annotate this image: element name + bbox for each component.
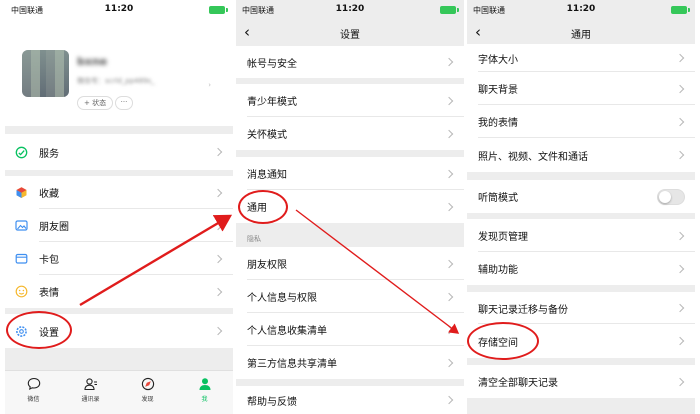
menu-item-label: 卡包 [39,255,59,266]
tab-chats[interactable]: 微信 [5,375,62,403]
clock: 11:20 [104,4,134,14]
nav-bar: ‹ 通用 [467,22,695,44]
add-status-button[interactable]: + 状态 [77,96,114,110]
general-item-chat-background[interactable]: 聊天背景 [467,72,695,105]
general-item-accessibility[interactable]: 辅助功能 [467,252,695,285]
chevron-right-icon [444,96,454,105]
settings-item-notifications[interactable]: 消息通知 [236,157,464,190]
chevron-right-icon [444,57,454,67]
menu-item-moments[interactable]: 朋友圈 [5,209,233,242]
status-bar: 中国联通 11:20 [5,0,233,22]
chevron-right-icon [213,188,223,197]
settings-item-teen-mode[interactable]: 青少年模式 [236,84,464,117]
general-item-storage[interactable]: 存储空间 [467,324,695,358]
me-icon [199,378,210,390]
chevron-right-icon [213,326,223,336]
contacts-icon [83,378,97,391]
settings-item-friend-permissions[interactable]: 朋友权限 [236,247,464,280]
settings-item-help-feedback[interactable]: 帮助与反馈 [236,386,464,414]
cards-icon [15,252,28,265]
chevron-right-icon [444,129,454,138]
chevron-right-icon [675,264,685,273]
chevron-right-icon [675,336,685,346]
chevron-right-icon [444,358,454,367]
general-item-clear-chat-history[interactable]: 清空全部聊天记录 [467,365,695,398]
chevron-right-icon [444,325,454,334]
page-title: 设置 [340,30,360,41]
general-item-chat-migration-backup[interactable]: 聊天记录迁移与备份 [467,292,695,324]
general-item-font-size[interactable]: 字体大小 [467,44,695,72]
nickname: bxne [77,55,108,68]
page-title: 通用 [571,30,591,41]
settings-item-third-party-sharing[interactable]: 第三方信息共享清单 [236,346,464,379]
chevron-right-icon [675,377,685,386]
clock: 11:20 [335,4,365,14]
battery-icon [209,6,228,14]
tab-contacts[interactable]: 通讯录 [62,375,119,403]
chevron-right-icon [213,287,223,296]
settings-item-account-security[interactable]: 帐号与安全 [236,46,464,78]
chevron-right-icon [675,53,685,63]
chevron-right-icon [213,221,223,230]
favorites-icon [15,186,28,199]
chevron-right-icon [675,117,685,126]
settings-screen: 中国联通 11:20 ‹ 设置 帐号与安全 青少年模式 关怀模式 消息通知 通用… [236,0,464,414]
nav-bar: ‹ 设置 [236,22,464,44]
menu-item-label: 表情 [39,288,59,299]
general-item-media-files-calls[interactable]: 照片、视频、文件和通话 [467,138,695,172]
settings-icon [15,325,28,338]
tab-me[interactable]: 我 [176,375,233,403]
chevron-right-icon [675,84,685,93]
chevron-right-icon [675,150,685,160]
chevron-right-icon [444,169,454,178]
chevron-right-icon [444,292,454,301]
chevron-right-icon [444,395,454,405]
chevron-right-icon: › [208,81,211,89]
menu-item-settings[interactable]: 设置 [5,314,233,348]
privacy-section-header: 隐私 [247,235,261,243]
avatar[interactable] [22,50,69,97]
general-item-discover-management[interactable]: 发现页管理 [467,219,695,252]
wechat-id: 微信号：scrld_pp489s_ [77,77,155,85]
stickers-icon [15,285,28,298]
chevron-right-icon [675,303,685,313]
menu-item-service[interactable]: 服务 [5,134,233,170]
chevron-right-icon [213,147,223,157]
settings-item-personal-info-list[interactable]: 个人信息收集清单 [236,313,464,346]
menu-item-label: 设置 [39,327,59,339]
settings-item-personal-info-permissions[interactable]: 个人信息与权限 [236,280,464,313]
more-status-button[interactable]: ··· [115,96,133,110]
discover-icon [141,377,154,391]
status-bar: 中国联通 11:20 [236,0,464,22]
settings-item-care-mode[interactable]: 关怀模式 [236,117,464,150]
chevron-right-icon [675,231,685,240]
tab-bar: 微信 通讯录 发现 我 [5,370,233,414]
menu-item-favorites[interactable]: 收藏 [5,176,233,209]
status-bar: 中国联通 11:20 [467,0,695,22]
menu-item-cards[interactable]: 卡包 [5,242,233,275]
battery-icon [440,6,459,14]
settings-item-general[interactable]: 通用 [236,190,464,223]
menu-item-label: 收藏 [39,189,59,200]
me-screen: 中国联通 11:20 bxne 微信号：scrld_pp489s_ + 状态 ·… [5,0,233,414]
tab-discover[interactable]: 发现 [119,375,176,403]
menu-item-label: 朋友圈 [39,222,69,233]
chevron-right-icon [213,254,223,263]
chat-icon [27,377,40,390]
menu-item-label: 服务 [39,148,59,160]
earpiece-mode-toggle[interactable] [657,188,685,205]
clock: 11:20 [566,4,596,14]
service-icon [15,146,28,159]
menu-item-stickers[interactable]: 表情 [5,275,233,308]
battery-icon [671,6,690,14]
moments-icon [15,219,28,232]
general-item-my-stickers[interactable]: 我的表情 [467,105,695,138]
chevron-right-icon [444,259,454,268]
general-screen: 中国联通 11:20 ‹ 通用 字体大小 聊天背景 我的表情 照片、视频、文件和… [467,0,695,414]
chevron-right-icon [444,202,454,211]
general-item-earpiece-mode[interactable]: 听筒模式 [467,180,695,213]
